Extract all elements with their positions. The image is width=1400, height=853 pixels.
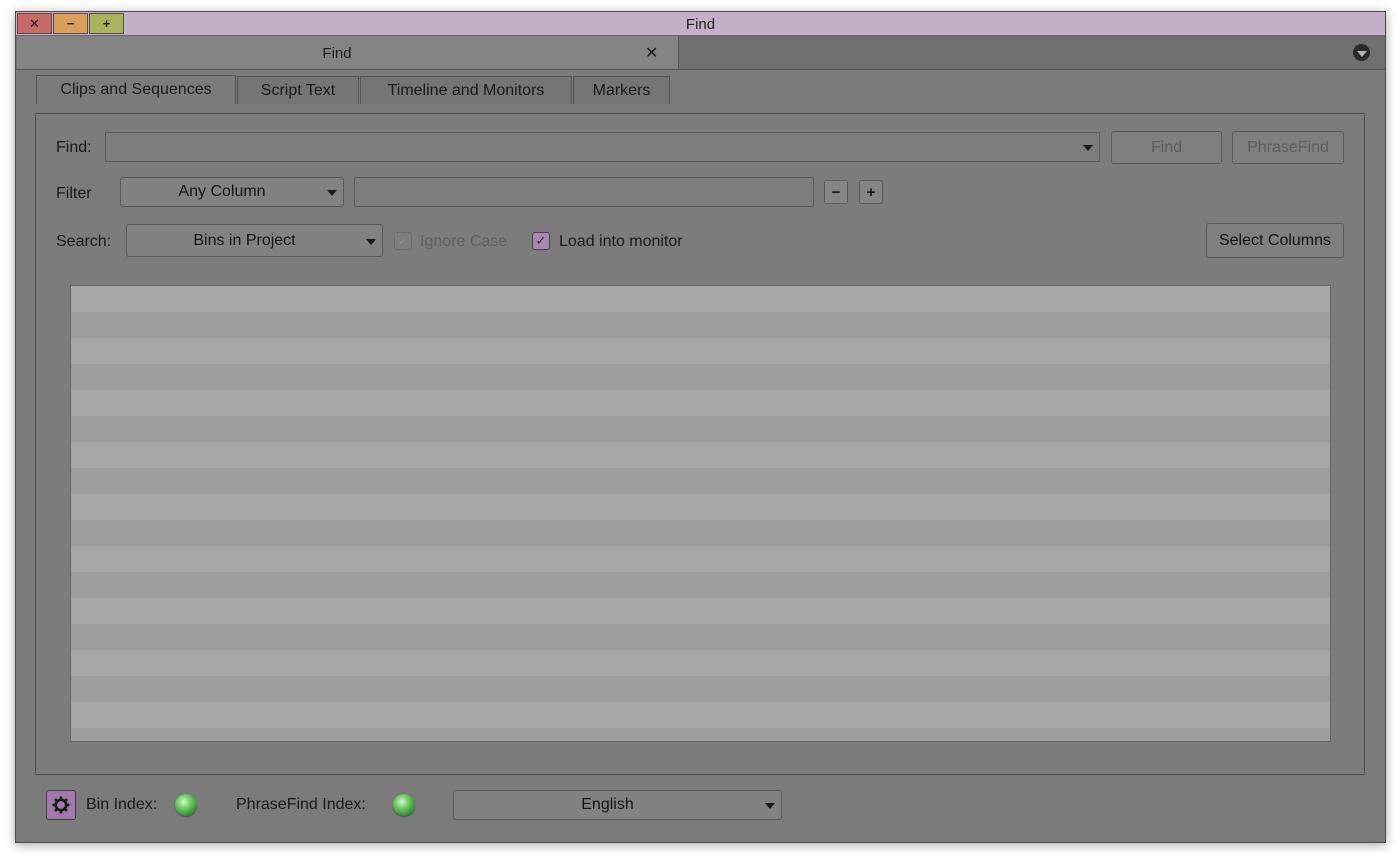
load-into-monitor-checkbox[interactable]: ✓: [532, 232, 550, 250]
phrasefind-button[interactable]: PhraseFind: [1232, 131, 1344, 164]
language-value: English: [581, 796, 634, 813]
dropdown-menu-icon[interactable]: [1353, 44, 1370, 61]
chevron-down-icon: [366, 238, 376, 245]
window-title: Find: [685, 16, 716, 33]
settings-button[interactable]: [46, 790, 76, 820]
document-tab-label: Find: [322, 45, 352, 62]
load-into-monitor-label: Load into monitor: [559, 233, 683, 250]
ignore-case-label: Ignore Case: [420, 233, 508, 250]
filter-label: Filter: [56, 185, 92, 202]
search-scope-value: Bins in Project: [193, 231, 296, 249]
tab-script-text[interactable]: Script Text: [237, 76, 359, 104]
document-tab-close-icon[interactable]: ✕: [645, 43, 658, 63]
bin-index-label: Bin Index:: [86, 796, 158, 813]
filter-column-value: Any Column: [178, 183, 266, 200]
remove-filter-button[interactable]: −: [824, 180, 848, 204]
find-input[interactable]: [105, 132, 1100, 162]
phrasefind-index-label: PhraseFind Index:: [236, 796, 366, 813]
filter-input[interactable]: [354, 177, 814, 207]
select-columns-button[interactable]: Select Columns: [1206, 223, 1344, 258]
search-scope-dropdown[interactable]: Bins in Project: [126, 224, 383, 257]
tab-markers[interactable]: Markers: [573, 76, 670, 104]
gear-icon: [52, 796, 70, 814]
filter-column-dropdown[interactable]: Any Column: [120, 177, 344, 207]
search-label: Search:: [56, 233, 112, 250]
chevron-down-icon: [327, 190, 337, 196]
language-dropdown[interactable]: English: [453, 790, 782, 820]
bin-index-indicator: [175, 794, 197, 816]
tab-timeline-and-monitors[interactable]: Timeline and Monitors: [360, 76, 572, 104]
find-button[interactable]: Find: [1111, 131, 1222, 164]
tab-clips-and-sequences[interactable]: Clips and Sequences: [36, 75, 236, 104]
document-tab-find[interactable]: Find ✕: [17, 36, 679, 69]
phrasefind-index-indicator: [393, 794, 415, 816]
ignore-case-checkbox[interactable]: ✓: [394, 232, 412, 250]
find-label: Find:: [56, 139, 92, 156]
results-list[interactable]: [70, 285, 1331, 742]
chevron-down-icon: [765, 803, 775, 809]
chevron-down-icon[interactable]: [1083, 145, 1093, 151]
title-bar: ✕ − + Find: [16, 12, 1385, 36]
add-filter-button[interactable]: +: [859, 180, 883, 204]
document-tab-strip: Find ✕: [16, 36, 1385, 70]
